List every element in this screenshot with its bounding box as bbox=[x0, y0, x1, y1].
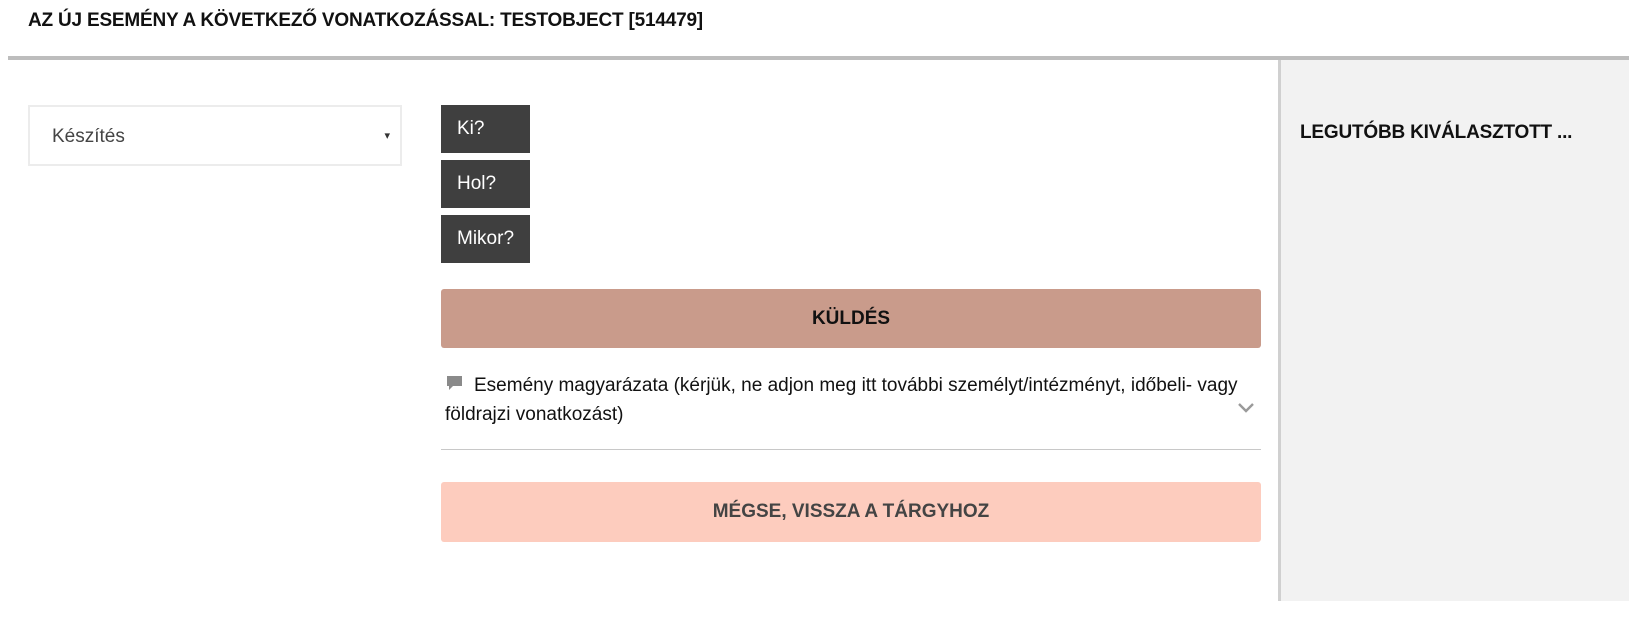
recently-selected-sidebar: LEGUTÓBB KIVÁLASZTOTT ... bbox=[1278, 60, 1629, 601]
chevron-down-icon[interactable] bbox=[1237, 402, 1255, 414]
caret-down-icon: ▾ bbox=[384, 130, 390, 142]
event-type-select[interactable]: Készítés ▾ bbox=[28, 105, 402, 166]
page-title: AZ ÚJ ESEMÉNY A KÖVETKEZŐ VONATKOZÁSSAL:… bbox=[28, 10, 703, 31]
when-button[interactable]: Mikor? bbox=[441, 215, 530, 263]
who-button[interactable]: Ki? bbox=[441, 105, 530, 153]
event-explanation-toggle[interactable]: Esemény magyarázata (kérjük, ne adjon me… bbox=[441, 369, 1261, 450]
send-button-label: KÜLDÉS bbox=[811, 307, 891, 329]
sidebar-title: LEGUTÓBB KIVÁLASZTOTT ... bbox=[1300, 122, 1573, 143]
page-header: AZ ÚJ ESEMÉNY A KÖVETKEZŐ VONATKOZÁSSAL:… bbox=[0, 0, 1629, 58]
where-button[interactable]: Hol? bbox=[441, 160, 530, 208]
send-button[interactable]: KÜLDÉS bbox=[441, 289, 1261, 348]
cancel-back-button[interactable]: MÉGSE, VISSZA A TÁRGYHOZ bbox=[441, 482, 1261, 542]
event-type-select-value: Készítés bbox=[52, 126, 125, 147]
event-explanation-label: Esemény magyarázata (kérjük, ne adjon me… bbox=[445, 375, 1238, 425]
cancel-back-button-label: MÉGSE, VISSZA A TÁRGYHOZ bbox=[712, 501, 990, 522]
